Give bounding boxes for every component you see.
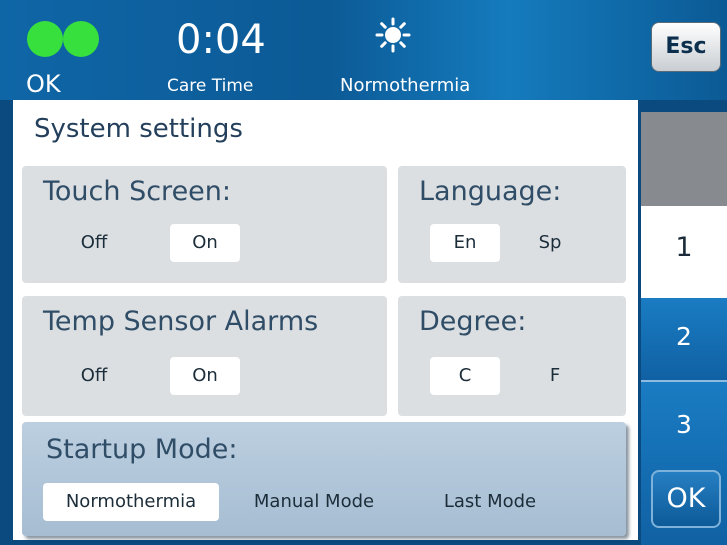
touch-screen-off-option[interactable]: Off [69,224,119,262]
tab-1-label: 1 [675,232,693,263]
ok-button[interactable]: OK [651,470,721,528]
care-time-value: 0:04 [176,17,266,63]
language-setting: Language: En Sp [398,166,626,283]
settings-panel: System settings Touch Screen: Off On Lan… [13,100,638,540]
status-dot-right-icon [63,21,99,57]
touch-screen-on-option[interactable]: On [170,224,240,262]
language-sp-option[interactable]: Sp [525,224,575,262]
language-label: Language: [419,176,562,207]
degree-label: Degree: [419,306,527,337]
startup-manual-mode-option[interactable]: Manual Mode [234,483,394,521]
temp-sensor-alarms-on-option[interactable]: On [170,357,240,395]
status-dot-left-icon [27,21,63,57]
tab-2-label: 2 [676,322,692,351]
touch-screen-label: Touch Screen: [43,176,231,207]
status-bar: OK 0:04 Care Time Normothermia Esc [0,0,727,100]
esc-button[interactable]: Esc [651,22,721,72]
status-ok-label: OK [26,70,61,98]
degree-c-option[interactable]: C [430,357,500,395]
tab-1[interactable]: 1 [641,206,727,298]
care-time-label: Care Time [167,76,254,96]
temp-sensor-alarms-setting: Temp Sensor Alarms Off On [22,296,387,416]
temp-sensor-alarms-label: Temp Sensor Alarms [43,306,319,337]
page-title: System settings [34,114,243,144]
tab-3-label: 3 [676,410,692,439]
language-en-option[interactable]: En [430,224,500,262]
tab-gray-spacer [641,112,727,206]
degree-setting: Degree: C F [398,296,626,416]
tab-2[interactable]: 2 [641,298,727,382]
degree-f-option[interactable]: F [535,357,575,395]
touch-screen-setting: Touch Screen: Off On [22,166,387,283]
startup-mode-setting: Startup Mode: Normothermia Manual Mode L… [22,422,626,536]
startup-last-mode-option[interactable]: Last Mode [425,483,555,521]
startup-mode-label: Startup Mode: [46,434,238,465]
sun-icon [375,17,411,53]
startup-normothermia-option[interactable]: Normothermia [43,483,219,521]
therapy-mode-label: Normothermia [340,75,471,96]
temp-sensor-alarms-off-option[interactable]: Off [69,357,119,395]
